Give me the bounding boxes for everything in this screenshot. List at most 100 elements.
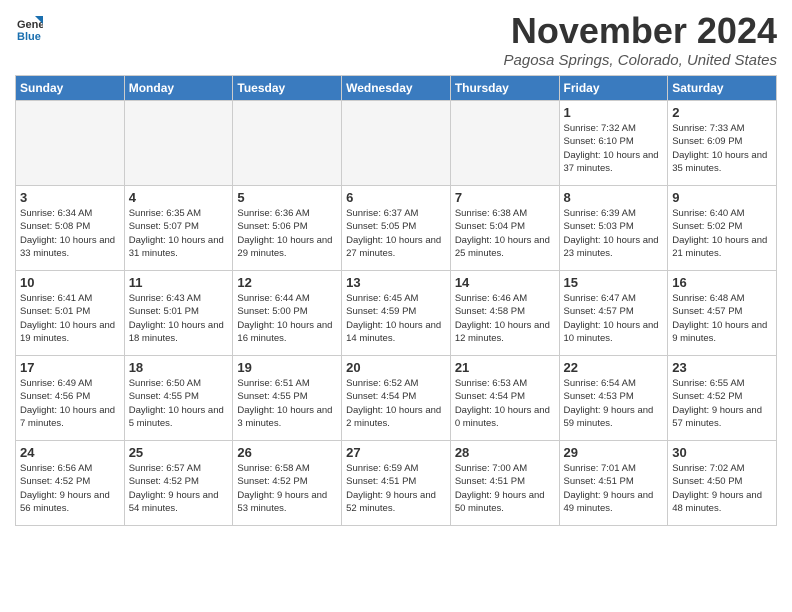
cell-info-17: Sunrise: 6:49 AM Sunset: 4:56 PM Dayligh… bbox=[20, 377, 120, 430]
header-sunday: Sunday bbox=[16, 76, 125, 101]
cell-info-30: Sunrise: 7:02 AM Sunset: 4:50 PM Dayligh… bbox=[672, 462, 772, 515]
cell-info-19: Sunrise: 6:51 AM Sunset: 4:55 PM Dayligh… bbox=[237, 377, 337, 430]
cal-cell-w1-d4: 7 Sunrise: 6:38 AM Sunset: 5:04 PM Daylig… bbox=[450, 186, 559, 271]
header: General Blue November 2024 Pagosa Spring… bbox=[15, 10, 777, 69]
cal-cell-w3-d5: 22 Sunrise: 6:54 AM Sunset: 4:53 PM Dayli… bbox=[559, 356, 668, 441]
cal-cell-w0-d3 bbox=[342, 101, 451, 186]
day-num-26: 26 bbox=[237, 445, 337, 460]
header-monday: Monday bbox=[124, 76, 233, 101]
week-row-2: 10 Sunrise: 6:41 AM Sunset: 5:01 PM Dayli… bbox=[16, 271, 777, 356]
cal-cell-w0-d6: 2 Sunrise: 7:33 AM Sunset: 6:09 PM Daylig… bbox=[668, 101, 777, 186]
day-num-14: 14 bbox=[455, 275, 555, 290]
cal-cell-w4-d1: 25 Sunrise: 6:57 AM Sunset: 4:52 PM Dayli… bbox=[124, 441, 233, 526]
day-num-3: 3 bbox=[20, 190, 120, 205]
cal-cell-w1-d6: 9Sunrise: 6:40 AM Sunset: 5:02 PM Daylig… bbox=[668, 186, 777, 271]
cell-info-4: Sunrise: 6:35 AM Sunset: 5:07 PM Dayligh… bbox=[129, 207, 229, 260]
cell-info-14: Sunrise: 6:46 AM Sunset: 4:58 PM Dayligh… bbox=[455, 292, 555, 345]
cell-info-29: Sunrise: 7:01 AM Sunset: 4:51 PM Dayligh… bbox=[564, 462, 664, 515]
day-num-21: 21 bbox=[455, 360, 555, 375]
day-num-20: 20 bbox=[346, 360, 446, 375]
cell-info-22: Sunrise: 6:54 AM Sunset: 4:53 PM Dayligh… bbox=[564, 377, 664, 430]
cell-info-10: Sunrise: 6:41 AM Sunset: 5:01 PM Dayligh… bbox=[20, 292, 120, 345]
svg-text:General: General bbox=[17, 19, 43, 31]
cell-info-11: Sunrise: 6:43 AM Sunset: 5:01 PM Dayligh… bbox=[129, 292, 229, 345]
day-num-10: 10 bbox=[20, 275, 120, 290]
calendar-page: General Blue November 2024 Pagosa Spring… bbox=[0, 0, 792, 612]
cell-info-24: Sunrise: 6:56 AM Sunset: 4:52 PM Dayligh… bbox=[20, 462, 120, 515]
calendar-table: Sunday Monday Tuesday Wednesday Thursday… bbox=[15, 75, 777, 526]
cal-cell-w2-d3: 13Sunrise: 6:45 AM Sunset: 4:59 PM Dayli… bbox=[342, 271, 451, 356]
cell-info-6: Sunrise: 6:37 AM Sunset: 5:05 PM Dayligh… bbox=[346, 207, 446, 260]
cal-cell-w2-d4: 14 Sunrise: 6:46 AM Sunset: 4:58 PM Dayli… bbox=[450, 271, 559, 356]
cell-info-2: Sunrise: 7:33 AM Sunset: 6:09 PM Dayligh… bbox=[672, 122, 772, 175]
day-num-17: 17 bbox=[20, 360, 120, 375]
week-row-4: 24 Sunrise: 6:56 AM Sunset: 4:52 PM Dayli… bbox=[16, 441, 777, 526]
day-num-22: 22 bbox=[564, 360, 664, 375]
weekday-header-row: Sunday Monday Tuesday Wednesday Thursday… bbox=[16, 76, 777, 101]
cal-cell-w3-d2: 19 Sunrise: 6:51 AM Sunset: 4:55 PM Dayli… bbox=[233, 356, 342, 441]
cal-cell-w0-d1 bbox=[124, 101, 233, 186]
day-num-6: 6 bbox=[346, 190, 446, 205]
cell-info-7: Sunrise: 6:38 AM Sunset: 5:04 PM Dayligh… bbox=[455, 207, 555, 260]
day-num-2: 2 bbox=[672, 105, 772, 120]
month-title: November 2024 bbox=[504, 10, 778, 52]
cell-info-16: Sunrise: 6:48 AM Sunset: 4:57 PM Dayligh… bbox=[672, 292, 772, 345]
week-row-3: 17 Sunrise: 6:49 AM Sunset: 4:56 PM Dayli… bbox=[16, 356, 777, 441]
cal-cell-w2-d6: 16 Sunrise: 6:48 AM Sunset: 4:57 PM Dayli… bbox=[668, 271, 777, 356]
day-num-19: 19 bbox=[237, 360, 337, 375]
cell-info-25: Sunrise: 6:57 AM Sunset: 4:52 PM Dayligh… bbox=[129, 462, 229, 515]
cal-cell-w3-d0: 17 Sunrise: 6:49 AM Sunset: 4:56 PM Dayli… bbox=[16, 356, 125, 441]
cal-cell-w1-d1: 4 Sunrise: 6:35 AM Sunset: 5:07 PM Daylig… bbox=[124, 186, 233, 271]
cal-cell-w4-d2: 26 Sunrise: 6:58 AM Sunset: 4:52 PM Dayli… bbox=[233, 441, 342, 526]
day-num-11: 11 bbox=[129, 275, 229, 290]
logo-icon: General Blue bbox=[15, 14, 43, 42]
cell-info-26: Sunrise: 6:58 AM Sunset: 4:52 PM Dayligh… bbox=[237, 462, 337, 515]
cal-cell-w1-d0: 3 Sunrise: 6:34 AM Sunset: 5:08 PM Daylig… bbox=[16, 186, 125, 271]
cal-cell-w4-d0: 24 Sunrise: 6:56 AM Sunset: 4:52 PM Dayli… bbox=[16, 441, 125, 526]
cal-cell-w3-d4: 21 Sunrise: 6:53 AM Sunset: 4:54 PM Dayli… bbox=[450, 356, 559, 441]
day-num-24: 24 bbox=[20, 445, 120, 460]
cell-info-15: Sunrise: 6:47 AM Sunset: 4:57 PM Dayligh… bbox=[564, 292, 664, 345]
week-row-0: 1 Sunrise: 7:32 AM Sunset: 6:10 PM Daylig… bbox=[16, 101, 777, 186]
day-num-16: 16 bbox=[672, 275, 772, 290]
cal-cell-w2-d2: 12 Sunrise: 6:44 AM Sunset: 5:00 PM Dayli… bbox=[233, 271, 342, 356]
cal-cell-w1-d3: 6 Sunrise: 6:37 AM Sunset: 5:05 PM Daylig… bbox=[342, 186, 451, 271]
day-num-4: 4 bbox=[129, 190, 229, 205]
title-area: November 2024 Pagosa Springs, Colorado, … bbox=[504, 10, 778, 69]
cell-info-28: Sunrise: 7:00 AM Sunset: 4:51 PM Dayligh… bbox=[455, 462, 555, 515]
day-num-15: 15 bbox=[564, 275, 664, 290]
day-num-29: 29 bbox=[564, 445, 664, 460]
day-num-30: 30 bbox=[672, 445, 772, 460]
day-num-25: 25 bbox=[129, 445, 229, 460]
cal-cell-w0-d0 bbox=[16, 101, 125, 186]
cell-info-12: Sunrise: 6:44 AM Sunset: 5:00 PM Dayligh… bbox=[237, 292, 337, 345]
cal-cell-w2-d5: 15 Sunrise: 6:47 AM Sunset: 4:57 PM Dayli… bbox=[559, 271, 668, 356]
header-tuesday: Tuesday bbox=[233, 76, 342, 101]
cal-cell-w4-d5: 29 Sunrise: 7:01 AM Sunset: 4:51 PM Dayli… bbox=[559, 441, 668, 526]
cell-info-20: Sunrise: 6:52 AM Sunset: 4:54 PM Dayligh… bbox=[346, 377, 446, 430]
cal-cell-w0-d5: 1 Sunrise: 7:32 AM Sunset: 6:10 PM Daylig… bbox=[559, 101, 668, 186]
day-num-28: 28 bbox=[455, 445, 555, 460]
header-wednesday: Wednesday bbox=[342, 76, 451, 101]
day-num-5: 5 bbox=[237, 190, 337, 205]
header-thursday: Thursday bbox=[450, 76, 559, 101]
day-num-1: 1 bbox=[564, 105, 664, 120]
day-num-7: 7 bbox=[455, 190, 555, 205]
cal-cell-w2-d1: 11 Sunrise: 6:43 AM Sunset: 5:01 PM Dayli… bbox=[124, 271, 233, 356]
cal-cell-w3-d1: 18Sunrise: 6:50 AM Sunset: 4:55 PM Dayli… bbox=[124, 356, 233, 441]
cell-info-3: Sunrise: 6:34 AM Sunset: 5:08 PM Dayligh… bbox=[20, 207, 120, 260]
day-num-12: 12 bbox=[237, 275, 337, 290]
cal-cell-w4-d3: 27Sunrise: 6:59 AM Sunset: 4:51 PM Dayli… bbox=[342, 441, 451, 526]
svg-text:Blue: Blue bbox=[17, 31, 41, 42]
header-saturday: Saturday bbox=[668, 76, 777, 101]
cell-info-21: Sunrise: 6:53 AM Sunset: 4:54 PM Dayligh… bbox=[455, 377, 555, 430]
cal-cell-w0-d2 bbox=[233, 101, 342, 186]
cal-cell-w3-d6: 23Sunrise: 6:55 AM Sunset: 4:52 PM Dayli… bbox=[668, 356, 777, 441]
cell-info-23: Sunrise: 6:55 AM Sunset: 4:52 PM Dayligh… bbox=[672, 377, 772, 430]
cal-cell-w1-d5: 8Sunrise: 6:39 AM Sunset: 5:03 PM Daylig… bbox=[559, 186, 668, 271]
cell-info-1: Sunrise: 7:32 AM Sunset: 6:10 PM Dayligh… bbox=[564, 122, 664, 175]
cal-cell-w4-d6: 30 Sunrise: 7:02 AM Sunset: 4:50 PM Dayli… bbox=[668, 441, 777, 526]
week-row-1: 3 Sunrise: 6:34 AM Sunset: 5:08 PM Daylig… bbox=[16, 186, 777, 271]
cal-cell-w3-d3: 20 Sunrise: 6:52 AM Sunset: 4:54 PM Dayli… bbox=[342, 356, 451, 441]
cell-info-18: Sunrise: 6:50 AM Sunset: 4:55 PM Dayligh… bbox=[129, 377, 229, 430]
